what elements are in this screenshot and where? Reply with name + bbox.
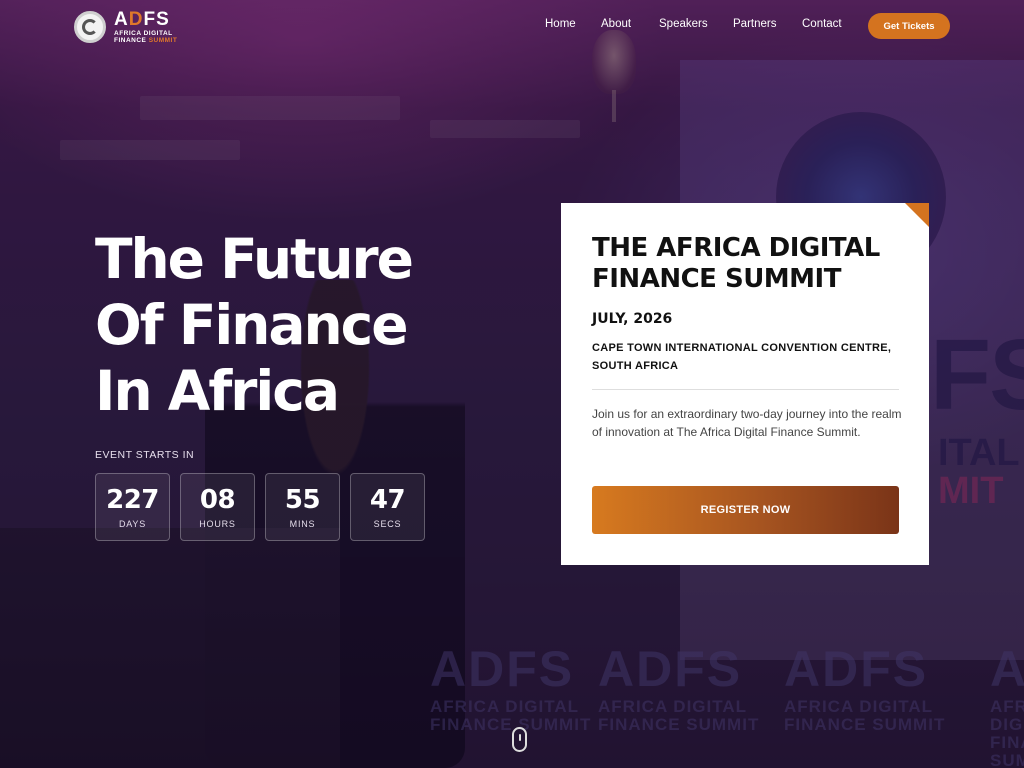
- countdown-unit: DAYS: [118, 519, 147, 529]
- countdown-days: 227 DAYS: [95, 473, 170, 541]
- countdown-hours: 08 HOURS: [180, 473, 255, 541]
- scroll-down-mouse-icon[interactable]: [512, 727, 527, 752]
- nav-partners[interactable]: Partners: [733, 18, 776, 30]
- logo-wordmark: ADFS: [114, 9, 170, 30]
- card-divider: [592, 389, 899, 390]
- get-tickets-button[interactable]: Get Tickets: [868, 13, 950, 39]
- nav-about[interactable]: About: [601, 18, 631, 30]
- countdown-timer: 227 DAYS 08 HOURS 55 MINS 47 SECS: [95, 473, 425, 541]
- event-info-card: THE AFRICA DIGITAL FINANCE SUMMIT JULY, …: [561, 203, 929, 565]
- countdown-secs: 47 SECS: [350, 473, 425, 541]
- countdown-mins: 55 MINS: [265, 473, 340, 541]
- event-venue: CAPE TOWN INTERNATIONAL CONVENTION CENTR…: [592, 342, 892, 372]
- nav-contact[interactable]: Contact: [802, 18, 842, 30]
- event-description: Join us for an extraordinary two-day jou…: [592, 407, 902, 439]
- nav-speakers[interactable]: Speakers: [659, 18, 708, 30]
- countdown-unit: SECS: [373, 519, 402, 529]
- site-header: ADFS AFRICA DIGITAL FINANCE SUMMIT Home …: [0, 0, 1024, 56]
- countdown-unit: MINS: [289, 519, 316, 529]
- countdown-unit: HOURS: [199, 519, 236, 529]
- register-now-button[interactable]: REGISTER NOW: [592, 486, 899, 534]
- site-logo[interactable]: ADFS AFRICA DIGITAL FINANCE SUMMIT: [74, 10, 177, 44]
- hero-title-line: In Africa: [95, 359, 340, 423]
- countdown-value: 55: [284, 485, 321, 515]
- countdown-value: 08: [199, 485, 236, 515]
- hero-title-line: Of Finance: [95, 293, 409, 357]
- hero-title: The Future Of Finance In Africa: [95, 226, 535, 424]
- countdown-value: 227: [106, 485, 159, 515]
- countdown-value: 47: [369, 485, 406, 515]
- card-corner-accent: [905, 203, 929, 227]
- card-title: THE AFRICA DIGITAL FINANCE SUMMIT: [592, 233, 880, 294]
- logo-emblem-icon: [74, 11, 106, 43]
- hero-title-line: The Future: [95, 227, 414, 291]
- event-date: JULY, 2026: [592, 311, 673, 327]
- nav-home[interactable]: Home: [545, 18, 576, 30]
- countdown-label: EVENT STARTS IN: [95, 449, 195, 461]
- logo-tagline: AFRICA DIGITAL FINANCE SUMMIT: [114, 30, 178, 44]
